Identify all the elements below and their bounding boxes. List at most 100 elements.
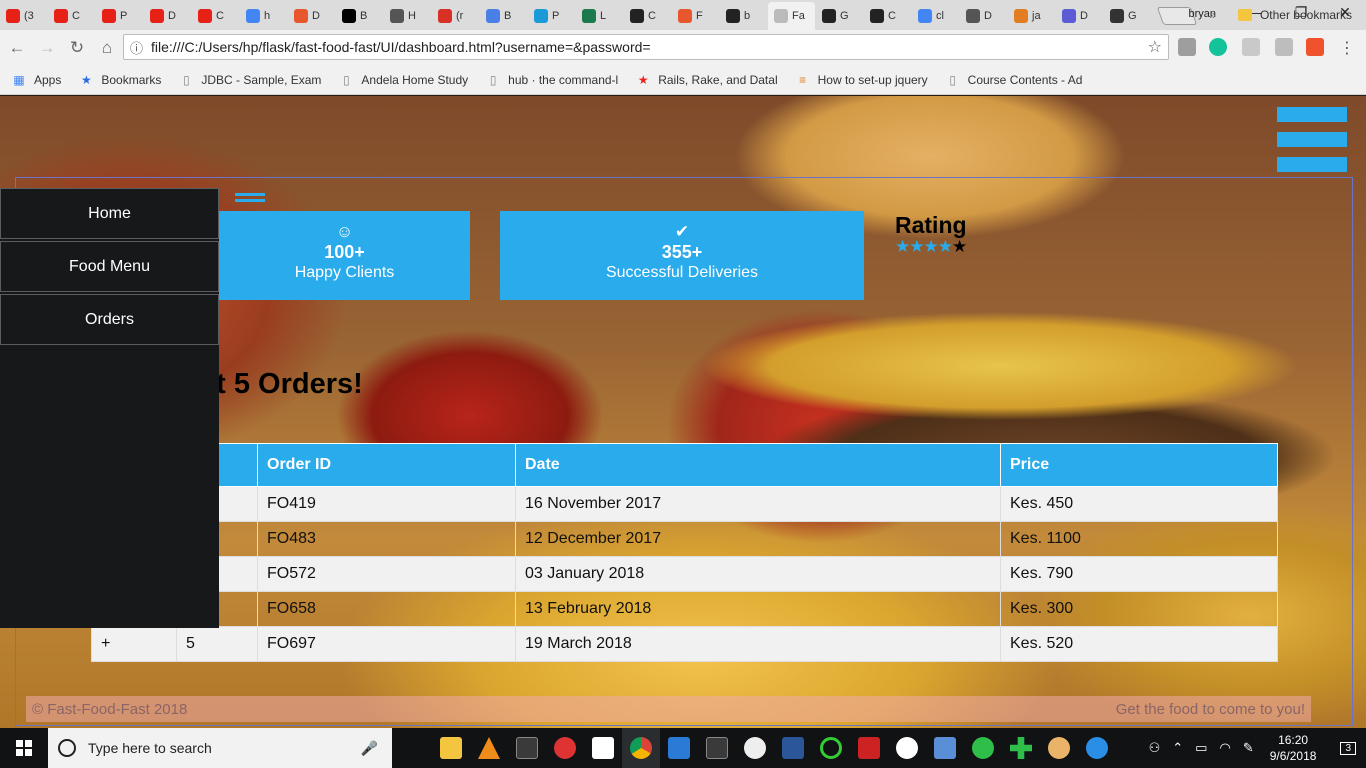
table-row[interactable]: FO572 03 January 2018 Kes. 790 <box>91 556 1278 592</box>
filezilla-icon[interactable] <box>850 728 888 768</box>
table-row[interactable]: FO419 16 November 2017 Kes. 450 <box>91 486 1278 522</box>
forward-icon[interactable]: → <box>34 38 60 58</box>
table-row[interactable]: FO658 13 February 2018 Kes. 300 <box>91 591 1278 627</box>
grammarly-icon[interactable] <box>1209 38 1227 56</box>
other-bookmarks[interactable]: » Other bookmarks <box>1209 8 1352 22</box>
menu-dots-icon[interactable]: ⋮ <box>1338 38 1356 57</box>
tab-label: (r <box>456 10 464 22</box>
slack-icon[interactable] <box>736 728 774 768</box>
sidebar-toggle-icon[interactable] <box>235 193 265 207</box>
browser-tab[interactable]: D <box>144 2 191 30</box>
remote-desktop-icon[interactable] <box>926 728 964 768</box>
bookmark-label: Rails, Rake, and Datal <box>658 72 778 87</box>
clock[interactable]: 16:20 9/6/2018 <box>1270 732 1317 764</box>
browser-tab[interactable]: D <box>288 2 335 30</box>
browser-tab[interactable]: C <box>864 2 911 30</box>
bookmark-label: Course Contents - Ad <box>967 72 1083 87</box>
browser-tab[interactable]: ja <box>1008 2 1055 30</box>
sidebar-item-home[interactable]: Home <box>0 188 219 239</box>
star-empty-icon: ★ <box>952 237 967 256</box>
browser-tab[interactable]: C <box>48 2 95 30</box>
app-icon[interactable] <box>546 728 584 768</box>
people-icon[interactable]: ⚇ <box>1149 740 1161 756</box>
bookmark-item[interactable]: ▯ Course Contents - Ad <box>946 72 1083 87</box>
browser-tab[interactable]: F <box>672 2 719 30</box>
terminal-icon-2[interactable] <box>698 728 736 768</box>
bookmarks-more-icon[interactable]: » <box>1209 8 1216 22</box>
tab-label: D <box>168 10 176 22</box>
chrome-icon[interactable] <box>622 728 660 768</box>
browser-tab[interactable]: G <box>816 2 863 30</box>
word-icon[interactable] <box>774 728 812 768</box>
whatsapp-icon[interactable] <box>964 728 1002 768</box>
file-explorer-icon[interactable] <box>432 728 470 768</box>
home-icon[interactable]: ⌂ <box>94 38 120 58</box>
table-row[interactable]: FO483 12 December 2017 Kes. 1100 <box>91 521 1278 557</box>
browser-tab[interactable]: P <box>528 2 575 30</box>
start-button[interactable] <box>0 728 48 768</box>
vscode-icon[interactable] <box>660 728 698 768</box>
cell-expand[interactable]: + <box>91 626 177 662</box>
extension-icon[interactable] <box>1275 38 1293 56</box>
browser-tab[interactable]: H <box>384 2 431 30</box>
browser-tab[interactable]: C <box>192 2 239 30</box>
sync-icon[interactable] <box>812 728 850 768</box>
battery-icon[interactable]: ▭ <box>1195 740 1207 756</box>
vlc-icon[interactable] <box>470 728 508 768</box>
url-text[interactable]: file:///C:/Users/hp/flask/fast-food-fast… <box>151 39 651 55</box>
taskbar-search[interactable]: Type here to search 🎤 <box>48 728 392 768</box>
browser-tab[interactable]: cl <box>912 2 959 30</box>
microphone-icon[interactable]: 🎤 <box>361 740 378 757</box>
rating-title: Rating <box>895 212 967 238</box>
browser-tab[interactable]: (3 <box>0 2 47 30</box>
chevron-up-icon[interactable]: ⌃ <box>1172 740 1183 756</box>
browser-tab[interactable]: (r <box>432 2 479 30</box>
reload-icon[interactable]: ↻ <box>64 38 90 58</box>
cast-icon[interactable] <box>1178 38 1196 56</box>
bookmark-item[interactable]: ≡ How to set-up jquery <box>796 73 928 87</box>
other-bookmarks-label[interactable]: Other bookmarks <box>1260 8 1352 22</box>
browser-tab[interactable]: G <box>1104 2 1151 30</box>
column-header-order-id: Order ID <box>257 443 516 487</box>
sticky-notes-icon[interactable] <box>584 728 622 768</box>
tab-label: D <box>1080 10 1088 22</box>
browser-tab[interactable]: D <box>960 2 1007 30</box>
bookmark-item[interactable]: ★ Rails, Rake, and Datal <box>636 72 778 87</box>
bookmark-item[interactable]: ▯ JDBC - Sample, Exam <box>179 73 321 87</box>
page-extension-icon[interactable] <box>1242 38 1260 56</box>
bookmark-item[interactable]: ▯ Andela Home Study <box>339 73 468 87</box>
back-icon[interactable]: ← <box>4 38 30 58</box>
bookmark-item[interactable]: ▦ Apps <box>12 73 61 87</box>
browser-tab[interactable]: h <box>240 2 287 30</box>
browser-tab[interactable]: B <box>480 2 527 30</box>
info-icon[interactable]: ⓘ <box>130 38 143 57</box>
windows-taskbar: Type here to search 🎤 ⚇ ⌃ ▭ ◠ ✎ 16:20 9/… <box>0 728 1366 768</box>
paint-icon[interactable] <box>1040 728 1078 768</box>
sidebar-item-orders[interactable]: Orders <box>0 294 219 345</box>
browser-tab[interactable]: D <box>1056 2 1103 30</box>
bookmark-item[interactable]: ★ Bookmarks <box>79 73 161 87</box>
browser-tab[interactable]: L <box>576 2 623 30</box>
address-bar[interactable]: ⓘ file:///C:/Users/hp/flask/fast-food-fa… <box>123 34 1169 60</box>
sidebar-item-food-menu[interactable]: Food Menu <box>0 241 219 292</box>
table-row[interactable]: +5 FO697 19 March 2018 Kes. 520 <box>91 626 1278 662</box>
browser-tab[interactable]: C <box>624 2 671 30</box>
bookmark-star-icon[interactable]: ☆ <box>1148 37 1162 57</box>
pen-icon[interactable]: ✎ <box>1243 740 1254 756</box>
browser-tab[interactable]: B <box>336 2 383 30</box>
todoist-icon[interactable] <box>1306 38 1324 56</box>
wifi-icon[interactable]: ◠ <box>1219 740 1230 756</box>
hamburger-menu-icon[interactable] <box>1277 107 1347 173</box>
emoji-icon[interactable] <box>888 728 926 768</box>
vimeo-icon <box>534 9 548 23</box>
help-icon[interactable] <box>1078 728 1116 768</box>
tab-label: C <box>216 10 224 22</box>
terminal-icon[interactable] <box>508 728 546 768</box>
browser-tab[interactable]: b <box>720 2 767 30</box>
bookmark-item[interactable]: ▯ hub · the command-l <box>486 73 618 87</box>
browser-tab[interactable]: Fa <box>768 2 815 30</box>
notification-center-icon[interactable]: 3 <box>1340 741 1356 755</box>
medical-app-icon[interactable] <box>1002 728 1040 768</box>
rating-stars: ★★★★★ <box>895 237 967 257</box>
browser-tab[interactable]: P <box>96 2 143 30</box>
